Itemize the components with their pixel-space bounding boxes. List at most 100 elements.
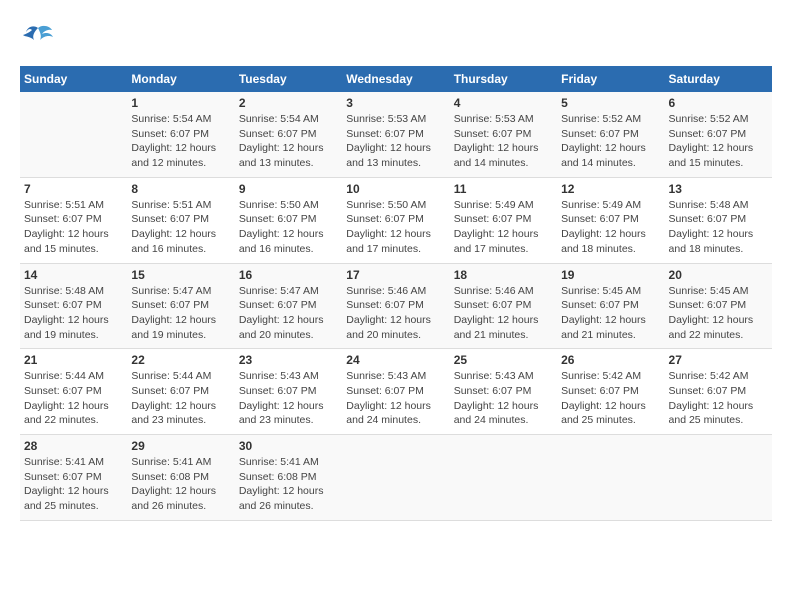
calendar-cell: 24 Sunrise: 5:43 AM Sunset: 6:07 PM Dayli… — [342, 349, 449, 435]
day-info: Sunrise: 5:47 AM Sunset: 6:07 PM Dayligh… — [239, 284, 338, 343]
calendar-week-row: 7 Sunrise: 5:51 AM Sunset: 6:07 PM Daylig… — [20, 177, 772, 263]
day-number: 23 — [239, 353, 338, 367]
day-info: Sunrise: 5:45 AM Sunset: 6:07 PM Dayligh… — [561, 284, 660, 343]
calendar-cell: 21 Sunrise: 5:44 AM Sunset: 6:07 PM Dayli… — [20, 349, 127, 435]
day-info: Sunrise: 5:41 AM Sunset: 6:07 PM Dayligh… — [24, 455, 123, 514]
calendar-cell: 29 Sunrise: 5:41 AM Sunset: 6:08 PM Dayli… — [127, 435, 234, 521]
day-number: 11 — [454, 182, 553, 196]
day-info: Sunrise: 5:45 AM Sunset: 6:07 PM Dayligh… — [669, 284, 768, 343]
day-number: 28 — [24, 439, 123, 453]
day-number: 19 — [561, 268, 660, 282]
day-info: Sunrise: 5:43 AM Sunset: 6:07 PM Dayligh… — [239, 369, 338, 428]
day-info: Sunrise: 5:47 AM Sunset: 6:07 PM Dayligh… — [131, 284, 230, 343]
weekday-header: Saturday — [665, 66, 772, 92]
calendar-cell: 28 Sunrise: 5:41 AM Sunset: 6:07 PM Dayli… — [20, 435, 127, 521]
calendar-cell: 3 Sunrise: 5:53 AM Sunset: 6:07 PM Daylig… — [342, 92, 449, 177]
weekday-header: Thursday — [450, 66, 557, 92]
calendar-cell — [342, 435, 449, 521]
calendar-cell: 2 Sunrise: 5:54 AM Sunset: 6:07 PM Daylig… — [235, 92, 342, 177]
day-number: 16 — [239, 268, 338, 282]
day-info: Sunrise: 5:48 AM Sunset: 6:07 PM Dayligh… — [24, 284, 123, 343]
calendar-cell — [557, 435, 664, 521]
day-info: Sunrise: 5:52 AM Sunset: 6:07 PM Dayligh… — [669, 112, 768, 171]
day-info: Sunrise: 5:42 AM Sunset: 6:07 PM Dayligh… — [561, 369, 660, 428]
day-number: 29 — [131, 439, 230, 453]
calendar-cell: 17 Sunrise: 5:46 AM Sunset: 6:07 PM Dayli… — [342, 263, 449, 349]
calendar-cell — [665, 435, 772, 521]
day-number: 27 — [669, 353, 768, 367]
day-info: Sunrise: 5:54 AM Sunset: 6:07 PM Dayligh… — [131, 112, 230, 171]
day-info: Sunrise: 5:54 AM Sunset: 6:07 PM Dayligh… — [239, 112, 338, 171]
weekday-header: Friday — [557, 66, 664, 92]
calendar-week-row: 14 Sunrise: 5:48 AM Sunset: 6:07 PM Dayli… — [20, 263, 772, 349]
calendar-cell: 1 Sunrise: 5:54 AM Sunset: 6:07 PM Daylig… — [127, 92, 234, 177]
day-info: Sunrise: 5:49 AM Sunset: 6:07 PM Dayligh… — [561, 198, 660, 257]
day-number: 13 — [669, 182, 768, 196]
bird-icon — [20, 20, 56, 56]
day-number: 21 — [24, 353, 123, 367]
calendar-cell: 11 Sunrise: 5:49 AM Sunset: 6:07 PM Dayli… — [450, 177, 557, 263]
calendar-cell — [20, 92, 127, 177]
day-info: Sunrise: 5:53 AM Sunset: 6:07 PM Dayligh… — [346, 112, 445, 171]
day-number: 10 — [346, 182, 445, 196]
weekday-header: Monday — [127, 66, 234, 92]
day-number: 12 — [561, 182, 660, 196]
calendar-cell: 7 Sunrise: 5:51 AM Sunset: 6:07 PM Daylig… — [20, 177, 127, 263]
day-info: Sunrise: 5:43 AM Sunset: 6:07 PM Dayligh… — [346, 369, 445, 428]
day-info: Sunrise: 5:44 AM Sunset: 6:07 PM Dayligh… — [131, 369, 230, 428]
brand-logo — [20, 20, 60, 56]
day-number: 6 — [669, 96, 768, 110]
calendar-cell: 8 Sunrise: 5:51 AM Sunset: 6:07 PM Daylig… — [127, 177, 234, 263]
weekday-header: Tuesday — [235, 66, 342, 92]
day-info: Sunrise: 5:44 AM Sunset: 6:07 PM Dayligh… — [24, 369, 123, 428]
day-info: Sunrise: 5:53 AM Sunset: 6:07 PM Dayligh… — [454, 112, 553, 171]
calendar-cell: 14 Sunrise: 5:48 AM Sunset: 6:07 PM Dayli… — [20, 263, 127, 349]
day-number: 26 — [561, 353, 660, 367]
day-number: 24 — [346, 353, 445, 367]
day-info: Sunrise: 5:43 AM Sunset: 6:07 PM Dayligh… — [454, 369, 553, 428]
calendar-cell: 10 Sunrise: 5:50 AM Sunset: 6:07 PM Dayli… — [342, 177, 449, 263]
day-number: 14 — [24, 268, 123, 282]
day-info: Sunrise: 5:50 AM Sunset: 6:07 PM Dayligh… — [239, 198, 338, 257]
day-info: Sunrise: 5:41 AM Sunset: 6:08 PM Dayligh… — [131, 455, 230, 514]
calendar-week-row: 21 Sunrise: 5:44 AM Sunset: 6:07 PM Dayli… — [20, 349, 772, 435]
day-number: 22 — [131, 353, 230, 367]
calendar-cell: 22 Sunrise: 5:44 AM Sunset: 6:07 PM Dayli… — [127, 349, 234, 435]
day-number: 30 — [239, 439, 338, 453]
calendar-cell: 6 Sunrise: 5:52 AM Sunset: 6:07 PM Daylig… — [665, 92, 772, 177]
day-info: Sunrise: 5:51 AM Sunset: 6:07 PM Dayligh… — [131, 198, 230, 257]
calendar-cell: 16 Sunrise: 5:47 AM Sunset: 6:07 PM Dayli… — [235, 263, 342, 349]
weekday-header: Sunday — [20, 66, 127, 92]
day-info: Sunrise: 5:46 AM Sunset: 6:07 PM Dayligh… — [454, 284, 553, 343]
day-number: 7 — [24, 182, 123, 196]
day-number: 17 — [346, 268, 445, 282]
calendar-cell: 23 Sunrise: 5:43 AM Sunset: 6:07 PM Dayli… — [235, 349, 342, 435]
day-info: Sunrise: 5:52 AM Sunset: 6:07 PM Dayligh… — [561, 112, 660, 171]
day-info: Sunrise: 5:50 AM Sunset: 6:07 PM Dayligh… — [346, 198, 445, 257]
calendar-cell: 26 Sunrise: 5:42 AM Sunset: 6:07 PM Dayli… — [557, 349, 664, 435]
day-number: 18 — [454, 268, 553, 282]
calendar-cell: 18 Sunrise: 5:46 AM Sunset: 6:07 PM Dayli… — [450, 263, 557, 349]
day-number: 4 — [454, 96, 553, 110]
day-number: 15 — [131, 268, 230, 282]
calendar-cell: 13 Sunrise: 5:48 AM Sunset: 6:07 PM Dayli… — [665, 177, 772, 263]
day-number: 25 — [454, 353, 553, 367]
day-info: Sunrise: 5:49 AM Sunset: 6:07 PM Dayligh… — [454, 198, 553, 257]
calendar-cell: 5 Sunrise: 5:52 AM Sunset: 6:07 PM Daylig… — [557, 92, 664, 177]
day-number: 3 — [346, 96, 445, 110]
day-number: 2 — [239, 96, 338, 110]
day-number: 8 — [131, 182, 230, 196]
day-number: 20 — [669, 268, 768, 282]
day-number: 9 — [239, 182, 338, 196]
calendar-cell: 4 Sunrise: 5:53 AM Sunset: 6:07 PM Daylig… — [450, 92, 557, 177]
day-info: Sunrise: 5:41 AM Sunset: 6:08 PM Dayligh… — [239, 455, 338, 514]
day-info: Sunrise: 5:51 AM Sunset: 6:07 PM Dayligh… — [24, 198, 123, 257]
calendar-cell: 12 Sunrise: 5:49 AM Sunset: 6:07 PM Dayli… — [557, 177, 664, 263]
day-number: 1 — [131, 96, 230, 110]
day-number: 5 — [561, 96, 660, 110]
day-info: Sunrise: 5:42 AM Sunset: 6:07 PM Dayligh… — [669, 369, 768, 428]
day-info: Sunrise: 5:46 AM Sunset: 6:07 PM Dayligh… — [346, 284, 445, 343]
day-info: Sunrise: 5:48 AM Sunset: 6:07 PM Dayligh… — [669, 198, 768, 257]
calendar-table: SundayMondayTuesdayWednesdayThursdayFrid… — [20, 66, 772, 521]
calendar-cell: 9 Sunrise: 5:50 AM Sunset: 6:07 PM Daylig… — [235, 177, 342, 263]
